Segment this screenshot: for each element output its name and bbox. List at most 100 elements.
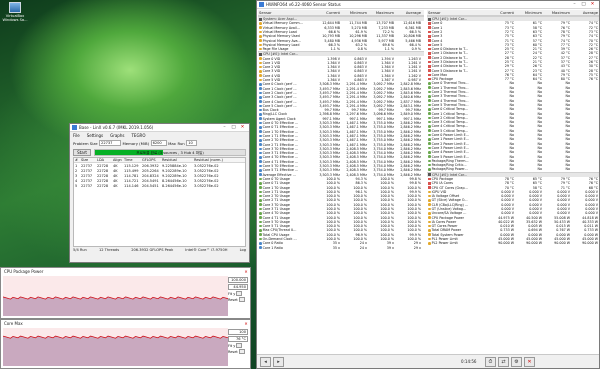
table-cell: 8.264456e-10 <box>162 183 187 188</box>
results-col-header[interactable]: Align <box>112 158 123 162</box>
graph-side-panel: 100.000 44.950 Fit y Reset <box>228 277 248 303</box>
results-col-header[interactable]: GFLOPS <box>141 158 161 162</box>
close-icon[interactable]: ✕ <box>242 269 250 274</box>
linx-app-icon <box>72 125 77 130</box>
chip-icon <box>428 173 431 177</box>
col-minimum[interactable]: Minimum <box>515 11 543 15</box>
close-icon[interactable]: ✕ <box>588 2 597 7</box>
reset-row: Reset <box>228 297 248 302</box>
nav-forward-icon[interactable]: ▸ <box>273 356 284 367</box>
reset-clock-icon[interactable]: ⏱ <box>485 356 496 367</box>
hwinfo-titlebar[interactable]: HWiNFO64 v6.22-4060 Sensor Status – □ ✕ <box>257 1 599 9</box>
graph-titlebar[interactable]: Core Max ✕ <box>1 320 250 327</box>
desktop-shortcut[interactable]: VirtualBox Windows Sa... <box>2 2 28 23</box>
sensor-row[interactable]: Page File Usage 1.1 % 0.8 % 1.1 % 0.9 % <box>258 47 424 51</box>
reset-button[interactable] <box>238 297 245 302</box>
clock-icon <box>259 173 262 176</box>
lightning-icon <box>428 194 431 198</box>
lightning-icon <box>428 229 431 232</box>
run-label: Run <box>177 140 185 146</box>
max-label[interactable]: Max <box>168 141 176 146</box>
col-maximum[interactable]: Maximum <box>543 11 571 15</box>
menu-file[interactable]: File <box>73 133 80 138</box>
col-average[interactable]: Average <box>395 11 422 15</box>
graph-core-max[interactable]: Core Max ✕ 100 76 °C Fit y Reset <box>0 319 251 369</box>
start-button[interactable]: Start <box>73 148 91 156</box>
results-col-header[interactable]: Time <box>123 158 141 162</box>
results-col-header[interactable]: Size <box>80 158 96 162</box>
sensor-pane-right[interactable]: Sensor Current Minimum Maximum Average C… <box>427 10 599 354</box>
table-row[interactable]: 2 22737 22728 4K 115.499 205.2264 9.202289e-10… <box>74 168 245 173</box>
table-row[interactable]: 5 22737 22728 4K 114.146 204.5451 8.264456e-10… <box>74 183 245 188</box>
menu-settings[interactable]: Settings <box>87 133 103 138</box>
thermometer-icon <box>428 30 431 34</box>
log-link[interactable]: Log <box>240 248 246 252</box>
close-sensors-icon[interactable]: ✕ <box>524 356 535 367</box>
clock-icon <box>259 246 262 249</box>
clock-icon <box>259 95 262 99</box>
linx-window[interactable]: Base - LinX v0.6.7 (IMKL 2019.1.056) – □… <box>69 123 250 263</box>
gauge-icon <box>428 116 431 120</box>
graph-plot <box>3 276 228 316</box>
settings-icon[interactable]: ⚙ <box>511 356 522 367</box>
results-col-header[interactable]: Residual <box>161 158 193 162</box>
lightning-icon <box>428 237 431 241</box>
thermometer-icon <box>428 65 431 68</box>
col-sensor[interactable]: Sensor <box>258 11 314 15</box>
fit-y-button[interactable] <box>236 291 243 296</box>
sensor-minimum: 90.000 W <box>526 241 542 246</box>
close-icon[interactable]: ✕ <box>242 321 250 326</box>
table-cell: 4K <box>113 168 118 173</box>
results-table[interactable]: # Size LDA Align Time GFLOPS Residual Residual … <box>73 157 246 247</box>
lightning-icon <box>259 39 262 42</box>
table-cell: 22737 <box>81 163 93 168</box>
table-row[interactable]: 1 22737 22728 4K 115.129 206.3932 9.225884e-10… <box>74 163 245 168</box>
col-maximum[interactable]: Maximum <box>368 11 395 15</box>
table-row[interactable]: 4 22737 22728 4K 114.721 204.5491 8.264456e-10… <box>74 178 245 183</box>
nav-back-icon[interactable]: ◂ <box>260 356 271 367</box>
table-row[interactable]: 3 22737 22728 4K 114.781 204.8324 9.202289e-10… <box>74 173 245 178</box>
gauge-icon <box>428 155 431 158</box>
sensor-row[interactable]: PL2 Power Limit 90.000 W 90.000 W 90.000 W 9… <box>427 241 599 245</box>
reset-label: Reset <box>228 349 238 354</box>
hwinfo-title: HWiNFO64 v6.22-4060 Sensor Status <box>266 2 341 7</box>
fit-y-button[interactable] <box>236 343 243 348</box>
close-icon[interactable]: ✕ <box>238 125 247 130</box>
problem-size-input[interactable]: 22737 <box>99 140 122 146</box>
col-sensor[interactable]: Sensor <box>427 11 487 15</box>
col-minimum[interactable]: Minimum <box>341 11 368 15</box>
table-cell: 115.129 <box>124 163 139 168</box>
linx-titlebar[interactable]: Base - LinX v0.6.7 (IMKL 2019.1.056) – □… <box>70 124 249 132</box>
hwinfo-window[interactable]: HWiNFO64 v6.22-4060 Sensor Status – □ ✕ … <box>256 0 600 369</box>
col-current[interactable]: Current <box>314 11 341 15</box>
col-current[interactable]: Current <box>487 11 515 15</box>
sensor-rows-left: System: Acer Aspi... Virtual Memory Comm.… <box>258 16 424 250</box>
graph-area <box>3 296 228 316</box>
graph-cpu-package-power[interactable]: CPU Package Power ✕ 100.000 44.950 Fit y… <box>0 267 251 319</box>
minimize-icon[interactable]: – <box>570 2 579 7</box>
gauge-icon <box>259 194 262 198</box>
menu-graphs[interactable]: Graphs <box>110 133 124 138</box>
menu-extra[interactable]: TEGRO <box>131 133 145 138</box>
table-cell: 22737 <box>81 183 93 188</box>
maximize-icon[interactable]: □ <box>229 125 238 130</box>
sensor-label: Page File Usage <box>262 47 289 52</box>
memory-input[interactable]: 6200 <box>150 140 167 146</box>
results-col-header[interactable]: LDA <box>96 158 112 162</box>
network-icon[interactable]: ⇄ <box>498 356 509 367</box>
sensor-average: 90.000 W <box>582 241 598 246</box>
maximize-icon[interactable]: □ <box>579 2 588 7</box>
runs-input[interactable]: 10 <box>186 140 198 146</box>
reset-button[interactable] <box>238 349 245 354</box>
sensor-pane-left[interactable]: Sensor Current Minimum Maximum Average S… <box>258 10 424 354</box>
gauge-icon <box>259 177 262 181</box>
sensor-row[interactable]: Core 1 Ratio 35 x 24 x 39 x 29 x <box>258 246 424 250</box>
table-cell: 4K <box>113 183 118 188</box>
minimize-icon[interactable]: – <box>220 125 229 130</box>
thermometer-icon <box>428 60 431 64</box>
graph-titlebar[interactable]: CPU Package Power ✕ <box>1 268 250 275</box>
chip-icon <box>259 17 262 21</box>
clock-icon <box>259 160 262 164</box>
results-col-header[interactable]: Residual (norm.) <box>193 158 229 162</box>
col-average[interactable]: Average <box>571 11 599 15</box>
